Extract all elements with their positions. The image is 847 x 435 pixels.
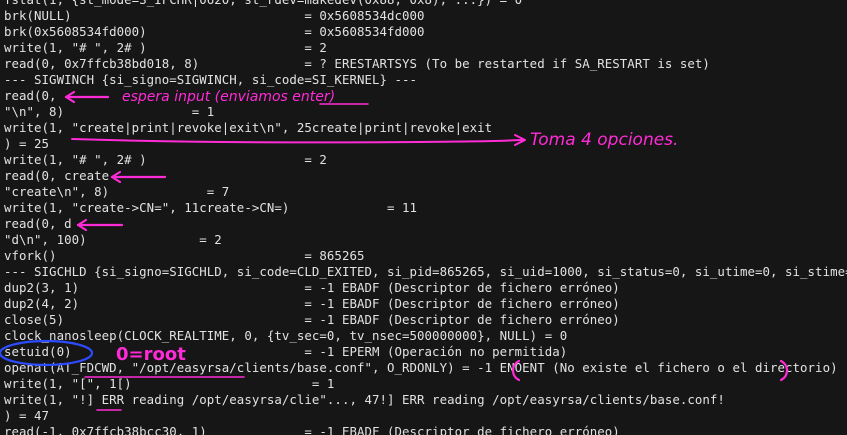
terminal-line: write(1, "create|print|revoke|exit\n", 2…: [4, 120, 493, 135]
terminal-line: fstat(1, {st_mode=S_IFCHR|0620, st_rdev=…: [4, 0, 522, 8]
terminal-line: --- SIGCHLD {si_signo=SIGCHLD, si_code=C…: [4, 264, 847, 279]
terminal-line: ) = 25: [4, 136, 50, 151]
terminal-line: read(-1, 0x7ffcb38bcc30, 1) = -1 EBADF (…: [4, 424, 620, 435]
terminal-line: openat(AT_FDCWD, "/opt/easyrsa/clients/b…: [4, 360, 838, 375]
terminal-line: dup2(4, 2) = -1 EBADF (Descriptor de fic…: [4, 296, 620, 311]
terminal-line: vfork() = 865265: [4, 248, 365, 263]
terminal-line: read(0, create: [4, 168, 110, 183]
terminal-line: brk(NULL) = 0x5608534dc000: [4, 8, 425, 23]
terminal-line: close(5) = -1 EBADF (Descriptor de fiche…: [4, 312, 620, 327]
terminal-line: "d\n", 100) = 2: [4, 232, 222, 247]
terminal-line: write(1, "# ", 2# ) = 2: [4, 40, 327, 55]
terminal-line: brk(0x5608534fd000) = 0x5608534fd000: [4, 24, 425, 39]
terminal-line: dup2(3, 1) = -1 EBADF (Descriptor de fic…: [4, 280, 620, 295]
terminal-line: "\n", 8) = 1: [4, 104, 215, 119]
terminal-line: write(1, "create->CN=", 11create->CN=) =…: [4, 200, 418, 215]
terminal-output: fstat(1, {st_mode=S_IFCHR|0620, st_rdev=…: [0, 0, 847, 435]
terminal-line: read(0, 0x7ffcb38bd018, 8) = ? ERESTARTS…: [4, 56, 710, 71]
terminal-line: read(0, d: [4, 216, 72, 231]
terminal-line: write(1, "# ", 2# ) = 2: [4, 152, 327, 167]
terminal-line: "create\n", 8) = 7: [4, 184, 230, 199]
terminal-line: ) = 47: [4, 408, 50, 423]
terminal-line: --- SIGWINCH {si_signo=SIGWINCH, si_code…: [4, 72, 418, 87]
terminal-line: write(1, "[", 1[) = 1: [4, 376, 335, 391]
terminal-line: setuid(0) = -1 EPERM (Operación no permi…: [4, 344, 568, 359]
terminal-line: read(0,: [4, 88, 57, 103]
terminal-line: write(1, "!] ERR reading /opt/easyrsa/cl…: [4, 392, 725, 407]
terminal-line: clock_nanosleep(CLOCK_REALTIME, 0, {tv_s…: [4, 328, 568, 343]
